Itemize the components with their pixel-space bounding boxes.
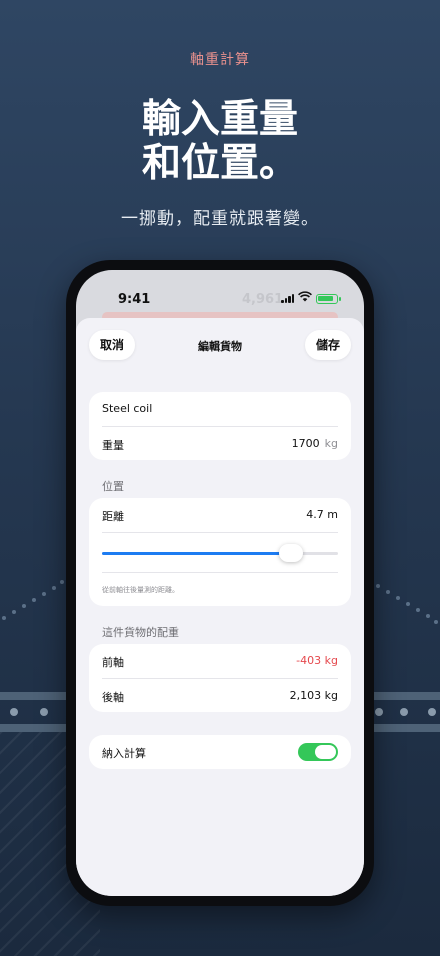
weight-value: 1700 — [291, 437, 320, 450]
rear-axle-label: 後軸 — [102, 691, 124, 704]
front-axle-row: 前軸 -403 kg — [102, 644, 338, 678]
weight-field[interactable]: 1700 kg — [292, 437, 338, 450]
subheadline: 一挪動，配重就跟著變。 — [121, 209, 319, 229]
status-bar: 9:41 4,961 — [76, 270, 364, 314]
include-card: 納入計算 — [89, 735, 351, 769]
slider-fill — [102, 552, 291, 555]
include-label: 納入計算 — [102, 747, 146, 760]
distance-slider[interactable] — [102, 532, 338, 572]
cargo-card: Steel coil 重量 1700 kg — [89, 392, 351, 460]
front-axle-label: 前軸 — [102, 656, 124, 669]
background-arc-left — [0, 570, 70, 630]
headline-line-1: 輸入重量 — [141, 97, 298, 142]
slider-thumb[interactable] — [278, 544, 303, 562]
phone-screen: 9:41 4,961 取消 編輯貨物 儲存 Steel coil 重量 1700… — [76, 270, 364, 896]
eyebrow-label: 軸重計算 — [190, 52, 250, 68]
position-card: 距離 4.7 m 從前軸往後量測的距離。 — [89, 498, 351, 606]
distribution-card: 前軸 -403 kg 後軸 2,103 kg — [89, 644, 351, 712]
edit-cargo-sheet: 取消 編輯貨物 儲存 Steel coil 重量 1700 kg 位置 距離 4… — [76, 318, 364, 896]
rear-axle-row: 後軸 2,103 kg — [102, 678, 338, 712]
headline-line-2: 和位置。 — [141, 141, 298, 186]
headline: 輸入重量 和位置。 — [0, 98, 440, 186]
distance-value: 4.7 m — [306, 508, 338, 521]
rear-axle-value: 2,103 kg — [289, 689, 338, 702]
wifi-icon — [298, 291, 312, 305]
weight-unit: kg — [324, 437, 338, 450]
cargo-name-value: Steel coil — [102, 402, 153, 415]
save-button[interactable]: 儲存 — [304, 330, 351, 360]
distance-hint-row: 從前軸往後量測的距離。 — [102, 572, 338, 606]
background-total-value: 4,961 — [242, 292, 284, 307]
distance-hint: 從前軸往後量測的距離。 — [102, 586, 179, 594]
position-section-label: 位置 — [102, 480, 124, 493]
status-time: 9:41 — [118, 292, 151, 307]
cellular-signal-icon — [281, 294, 294, 303]
include-toggle[interactable] — [298, 743, 338, 761]
distance-row: 距離 4.7 m — [102, 498, 338, 532]
front-axle-value: -403 kg — [296, 654, 338, 667]
background-arc-right — [372, 580, 440, 640]
include-row: 納入計算 — [102, 735, 338, 769]
cargo-name-field[interactable]: Steel coil — [102, 392, 338, 426]
phone-frame: 9:41 4,961 取消 編輯貨物 儲存 Steel coil 重量 1700… — [66, 260, 374, 906]
distance-label: 距離 — [102, 510, 124, 523]
battery-charging-icon — [316, 294, 341, 304]
weight-label: 重量 — [102, 439, 124, 452]
weight-row[interactable]: 重量 1700 kg — [102, 426, 338, 460]
distribution-section-label: 這件貨物的配重 — [102, 626, 179, 639]
sheet-nav-bar: 取消 編輯貨物 儲存 — [76, 318, 364, 378]
